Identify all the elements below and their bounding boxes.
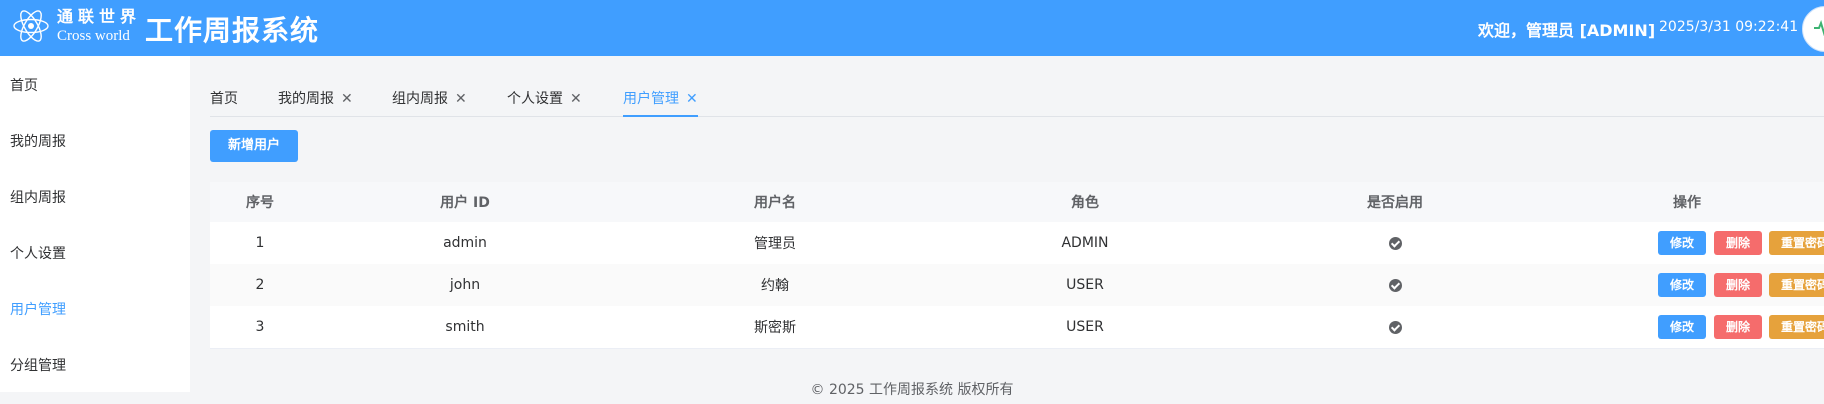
cell-username: 管理员 bbox=[754, 236, 796, 252]
tab-user-management[interactable]: 用户管理 ✕ bbox=[623, 88, 698, 108]
cell-username: 斯密斯 bbox=[754, 320, 796, 336]
cell-user-id: john bbox=[449, 277, 481, 293]
sidebar-item-group-management[interactable]: 分组管理 bbox=[10, 355, 66, 375]
cell-role: ADMIN bbox=[1061, 235, 1109, 251]
tab-label: 我的周报 bbox=[278, 91, 334, 107]
tab-bar: 首页 我的周报 ✕ 组内周报 ✕ 个人设置 ✕ 用户管理 ✕ bbox=[210, 78, 1824, 117]
brand-name-cn: 通联世界 bbox=[57, 7, 142, 26]
delete-button[interactable]: 删除 bbox=[1714, 231, 1762, 255]
brand-wordmark: 通联世界 Cross world bbox=[57, 9, 141, 44]
check-circle-icon bbox=[1388, 320, 1402, 334]
reset-password-button[interactable]: 重置密码 bbox=[1769, 273, 1824, 297]
cell-enabled bbox=[1240, 264, 1550, 306]
add-user-button[interactable]: 新增用户 bbox=[210, 130, 298, 162]
tab-label: 用户管理 bbox=[623, 91, 679, 107]
table-row: 1 admin 管理员 ADMIN 修改 删除 重置密码 禁用 bbox=[210, 222, 1824, 265]
tab-home[interactable]: 首页 bbox=[210, 88, 238, 108]
cell-index: 3 bbox=[255, 319, 265, 335]
check-circle-icon bbox=[1388, 236, 1402, 250]
tab-label: 首页 bbox=[210, 91, 238, 107]
close-icon[interactable]: ✕ bbox=[686, 91, 698, 107]
close-icon[interactable]: ✕ bbox=[341, 91, 353, 107]
tab-my-reports[interactable]: 我的周报 ✕ bbox=[278, 88, 353, 108]
edit-button[interactable]: 修改 bbox=[1658, 273, 1706, 297]
sidebar-item-user-management[interactable]: 用户管理 bbox=[10, 299, 66, 319]
cell-enabled bbox=[1240, 222, 1550, 264]
sidebar: 首页 我的周报 组内周报 个人设置 用户管理 分组管理 bbox=[0, 56, 190, 392]
brand-name-en: Cross world bbox=[57, 28, 130, 44]
cell-actions: 修改 删除 重置密码 禁用 bbox=[1550, 264, 1824, 306]
footer-copyright: © 2025 工作周报系统 版权所有 bbox=[810, 382, 1014, 398]
check-circle-icon bbox=[1388, 278, 1402, 292]
tab-group-reports[interactable]: 组内周报 ✕ bbox=[392, 88, 467, 108]
cell-role: USER bbox=[1066, 319, 1104, 335]
edit-button[interactable]: 修改 bbox=[1658, 315, 1706, 339]
delete-button[interactable]: 删除 bbox=[1714, 315, 1762, 339]
table-row: 3 smith 斯密斯 USER 修改 删除 重置密码 禁用 bbox=[210, 306, 1824, 349]
cell-user-id: admin bbox=[443, 235, 487, 251]
active-tab-indicator bbox=[623, 115, 698, 117]
cell-actions: 修改 删除 重置密码 禁用 bbox=[1550, 222, 1824, 264]
tab-label: 组内周报 bbox=[392, 91, 448, 107]
sidebar-item-personal-settings[interactable]: 个人设置 bbox=[10, 243, 66, 263]
cell-role: USER bbox=[1066, 277, 1104, 293]
cell-actions: 修改 删除 重置密码 禁用 bbox=[1550, 306, 1824, 348]
atom-globe-icon bbox=[13, 10, 49, 42]
sidebar-item-group-reports[interactable]: 组内周报 bbox=[10, 187, 66, 207]
reset-password-button[interactable]: 重置密码 bbox=[1769, 315, 1824, 339]
table-row: 2 john 约翰 USER 修改 删除 重置密码 禁用 bbox=[210, 264, 1824, 307]
reset-password-button[interactable]: 重置密码 bbox=[1769, 231, 1824, 255]
sidebar-item-my-reports[interactable]: 我的周报 bbox=[10, 131, 66, 151]
cell-user-id: smith bbox=[445, 319, 485, 335]
cell-enabled bbox=[1240, 306, 1550, 348]
column-header-actions: 操作 bbox=[1673, 195, 1701, 211]
close-icon[interactable]: ✕ bbox=[570, 91, 582, 107]
avatar-icon[interactable] bbox=[1802, 6, 1824, 52]
delete-button[interactable]: 删除 bbox=[1714, 273, 1762, 297]
welcome-text: 欢迎，管理员 [ADMIN] bbox=[1478, 21, 1656, 40]
column-header-role: 角色 bbox=[1071, 195, 1099, 211]
cell-index: 2 bbox=[255, 277, 265, 293]
avatar-mark bbox=[1814, 20, 1824, 36]
cell-index: 1 bbox=[255, 235, 265, 251]
tab-label: 个人设置 bbox=[507, 91, 563, 107]
column-header-index: 序号 bbox=[246, 195, 274, 211]
table-header-row: 序号 用户 ID 用户名 角色 是否启用 操作 bbox=[210, 182, 1824, 223]
cell-username: 约翰 bbox=[761, 278, 789, 294]
edit-button[interactable]: 修改 bbox=[1658, 231, 1706, 255]
column-header-enabled: 是否启用 bbox=[1367, 195, 1423, 211]
sidebar-item-home[interactable]: 首页 bbox=[10, 75, 38, 95]
tab-personal-settings[interactable]: 个人设置 ✕ bbox=[507, 88, 582, 108]
top-header: 通联世界 Cross world 工作周报系统 欢迎，管理员 [ADMIN] 2… bbox=[0, 0, 1824, 56]
system-title: 工作周报系统 bbox=[145, 14, 320, 47]
column-header-username: 用户名 bbox=[754, 195, 796, 211]
close-icon[interactable]: ✕ bbox=[455, 91, 467, 107]
current-datetime: 2025/3/31 09:22:41 bbox=[1659, 19, 1799, 35]
column-header-user-id: 用户 ID bbox=[440, 195, 490, 211]
